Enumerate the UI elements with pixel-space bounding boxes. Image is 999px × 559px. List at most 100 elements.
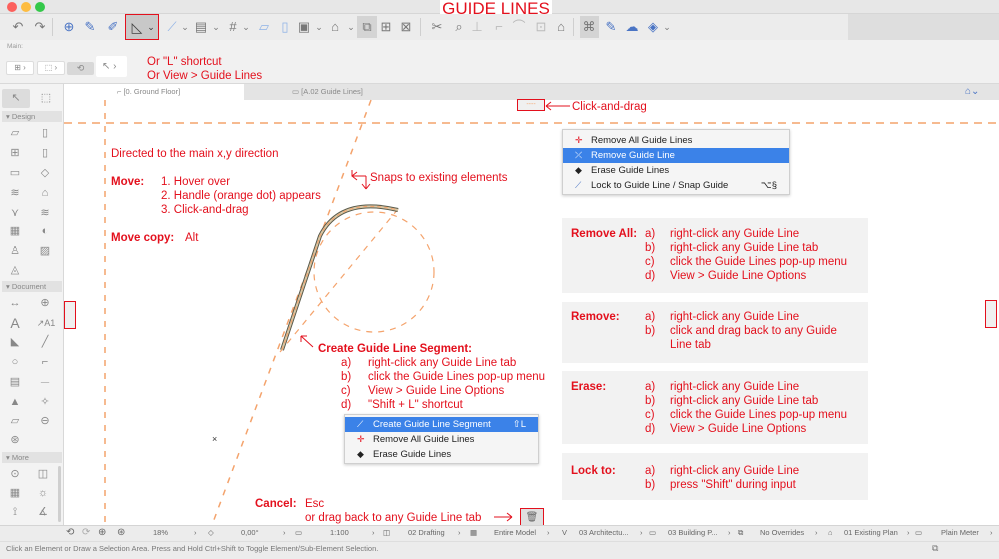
create-segment-letter: d)	[341, 399, 352, 411]
overrides-icon: ⧉	[738, 528, 744, 537]
window-tile-icon[interactable]: ⧉	[932, 543, 938, 554]
orientation-icon: ◇	[208, 528, 214, 537]
overrides-chevron-icon[interactable]: ›	[815, 527, 818, 539]
segment-icon: ⟋	[357, 419, 364, 429]
menu-item-shortcut: ⌥§	[760, 180, 777, 191]
menu-item-erase[interactable]: ◆ Erase Guide Lines	[563, 163, 789, 178]
dimension-value[interactable]: Plain Meter	[941, 527, 979, 539]
info-step-text: right-click any Guide Line	[670, 228, 800, 240]
model-view-chevron-icon[interactable]: ›	[547, 527, 550, 539]
create-segment-step: click the Guide Lines pop-up menu	[368, 371, 546, 383]
segment-guide-line	[281, 205, 399, 351]
renovation-icon: ⌂	[828, 528, 833, 537]
info-step-text: right-click any Guide Line	[670, 465, 800, 477]
status-message: Click an Element or Draw a Selection Are…	[6, 544, 379, 553]
cancel-label: Cancel:	[255, 498, 297, 510]
move-step: 1. Hover over	[161, 176, 231, 188]
info-step-letter: b)	[645, 395, 656, 407]
create-segment-letter: a)	[341, 357, 352, 369]
create-segment-step: right-click any Guide Line tab	[368, 357, 517, 369]
layer-combo-icon: ◫	[383, 528, 391, 537]
scale-value[interactable]: 1:100	[330, 527, 349, 539]
menu-item-label: Remove All Guide Lines	[373, 434, 475, 445]
info-step-text: right-click any Guide Line tab	[670, 242, 819, 254]
menu-item-lock[interactable]: ⟋ Lock to Guide Line / Snap Guide ⌥§	[563, 178, 789, 193]
dimension-chevron-icon[interactable]: ›	[990, 527, 993, 539]
info-step-letter: b)	[645, 242, 656, 254]
create-segment-step: View > Guide Line Options	[368, 385, 505, 397]
create-segment-letter: c)	[341, 385, 351, 397]
create-segment-label: Create Guide Line Segment:	[318, 343, 473, 355]
menu-item-label: Lock to Guide Line / Snap Guide	[591, 180, 729, 191]
wall-element-outline[interactable]	[280, 204, 399, 351]
guide-line-tab-highlight	[517, 99, 545, 111]
mvo-chevron-icon[interactable]: ›	[728, 527, 731, 539]
cancel-line1: Esc	[305, 498, 325, 510]
zoom-in-icon[interactable]: ⊕	[98, 527, 106, 539]
info-step-text: View > Guide Line Options	[670, 270, 807, 282]
renovation-value[interactable]: 01 Existing Plan	[844, 527, 898, 539]
info-step-letter: b)	[645, 325, 656, 337]
info-step-text: right-click any Guide Line	[670, 311, 800, 323]
lock-icon: ⟋	[575, 180, 582, 190]
scale-chevron-icon[interactable]: ›	[372, 527, 375, 539]
snaps-callout: Snaps to existing elements	[370, 172, 508, 184]
context-menu-segment: ⟋ Create Guide Line Segment ⇧L ✛ Remove …	[344, 414, 539, 464]
menu-item-create-segment[interactable]: ⟋ Create Guide Line Segment ⇧L	[345, 417, 538, 432]
menu-item-label: Erase Guide Lines	[591, 165, 670, 176]
remove-line-icon: ⤫	[575, 150, 583, 160]
remove-all-icon: ✛	[357, 434, 365, 444]
cursor-cross-icon: ×	[212, 434, 217, 444]
info-step-text: right-click any Guide Line	[670, 381, 800, 393]
info-box-label: Remove:	[571, 311, 620, 323]
info-step-text: click the Guide Lines pop-up menu	[670, 256, 848, 268]
menu-item-label: Remove Guide Line	[591, 150, 675, 161]
segment-arrow	[300, 335, 314, 348]
context-menu-guide-line: ✛ Remove All Guide Lines ⤫ Remove Guide …	[562, 129, 790, 195]
remove-all-icon: ✛	[575, 135, 583, 145]
menu-item-label: Remove All Guide Lines	[591, 135, 693, 146]
undo-zoom-icon[interactable]: ⟲	[66, 527, 74, 539]
info-step-letter: c)	[645, 409, 655, 421]
info-step-text: click and drag back to any Guide	[670, 325, 837, 337]
menu-item-remove-line[interactable]: ⤫ Remove Guide Line	[563, 148, 789, 163]
info-box-label: Remove All:	[571, 228, 638, 240]
snaps-arrow-left	[351, 170, 366, 181]
info-box-label: Lock to:	[571, 465, 616, 477]
create-segment-letter: b)	[341, 371, 352, 383]
info-step-text: View > Guide Line Options	[670, 423, 807, 435]
info-box-label: Erase:	[571, 381, 607, 393]
mvo-value[interactable]: 03 Building P...	[668, 527, 717, 539]
eraser-icon: ◆	[575, 165, 582, 175]
menu-item-label: Erase Guide Lines	[373, 449, 452, 460]
info-step-text: Line tab	[670, 339, 711, 351]
angle-value[interactable]: 0,00°	[241, 527, 259, 539]
angle-chevron-icon[interactable]: ›	[283, 527, 286, 539]
cancel-arrow	[494, 512, 513, 522]
info-step-letter: a)	[645, 311, 656, 323]
wall-element-fill	[281, 205, 399, 351]
zoom-value[interactable]: 18%	[153, 527, 168, 539]
layer-combo-chevron-icon[interactable]: ›	[458, 527, 461, 539]
model-view-value[interactable]: Entire Model	[494, 527, 536, 539]
menu-item-shortcut: ⇧L	[512, 419, 526, 430]
pen-set-value[interactable]: 03 Architectu...	[579, 527, 629, 539]
renovation-chevron-icon[interactable]: ›	[907, 527, 910, 539]
menu-item-remove-all[interactable]: ✛ Remove All Guide Lines	[345, 432, 538, 447]
layer-combo-value[interactable]: 02 Drafting	[408, 527, 445, 539]
info-step-letter: c)	[645, 256, 655, 268]
move-step: 3. Click-and-drag	[161, 204, 249, 216]
pen-set-chevron-icon[interactable]: ›	[640, 527, 643, 539]
scale-icon: ▭	[295, 528, 303, 537]
overrides-value[interactable]: No Overrides	[760, 527, 804, 539]
menu-item-remove-all[interactable]: ✛ Remove All Guide Lines	[563, 133, 789, 148]
mvo-icon: ▭	[649, 528, 657, 537]
pen-set-icon: V	[562, 528, 568, 537]
menu-item-erase[interactable]: ◆ Erase Guide Lines	[345, 447, 538, 462]
redo-zoom-icon[interactable]: ⟳	[82, 527, 90, 539]
eraser-icon: ◆	[357, 449, 364, 459]
zoom-chevron-icon[interactable]: ›	[194, 527, 197, 539]
create-segment-step: "Shift + L" shortcut	[368, 399, 463, 411]
click-drag-callout: Click-and-drag	[572, 101, 647, 113]
fit-window-icon[interactable]: ⊛	[117, 527, 125, 539]
